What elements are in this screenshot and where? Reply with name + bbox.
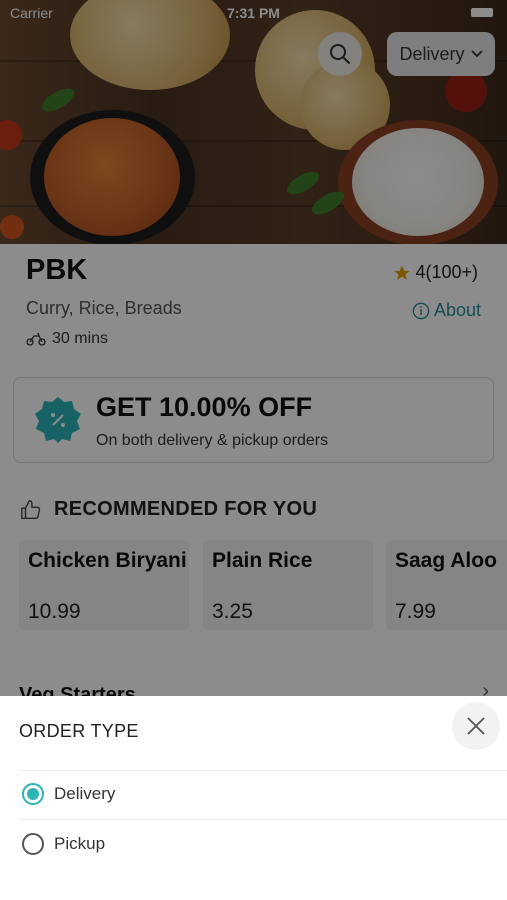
divider [19,770,507,771]
close-button[interactable] [452,702,500,750]
order-type-sheet: ORDER TYPE Delivery Pickup [0,696,507,900]
restaurant-screen: Carrier 7:31 PM Delivery PBK 4(100+) Cur… [0,0,507,900]
option-label: Delivery [54,784,116,803]
option-label: Pickup [54,834,106,853]
radio-unselected[interactable] [22,833,44,855]
modal-backdrop[interactable] [0,0,507,696]
order-option-delivery[interactable]: Delivery [22,783,115,805]
divider [19,819,507,820]
sheet-title: ORDER TYPE [19,721,139,741]
close-icon [467,717,485,735]
radio-selected[interactable] [22,783,44,805]
order-option-pickup[interactable]: Pickup [22,833,105,855]
